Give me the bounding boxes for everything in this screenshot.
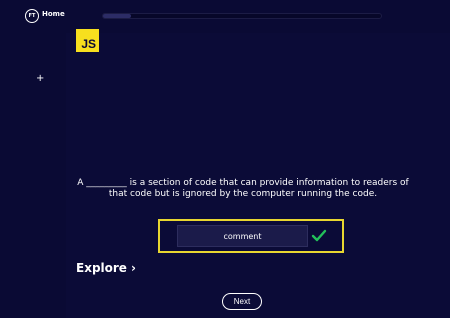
lesson-panel (66, 33, 450, 318)
js-badge-icon: JS (76, 29, 99, 52)
add-button[interactable]: + (36, 73, 44, 84)
explore-label: Explore (76, 261, 127, 275)
logo-icon[interactable]: FT (25, 9, 39, 23)
top-bar: FT Home (0, 0, 450, 33)
progress-fill (103, 14, 131, 18)
next-button[interactable]: Next (222, 293, 262, 310)
answer-input[interactable] (177, 225, 308, 247)
chevron-right-icon: › (130, 261, 136, 275)
explore-link[interactable]: Explore › (76, 261, 136, 275)
check-icon (311, 229, 327, 242)
progress-bar (102, 13, 382, 19)
home-link[interactable]: Home (42, 10, 65, 18)
question-text: A _________ is a section of code that ca… (77, 178, 409, 199)
sidebar: + (0, 33, 66, 318)
